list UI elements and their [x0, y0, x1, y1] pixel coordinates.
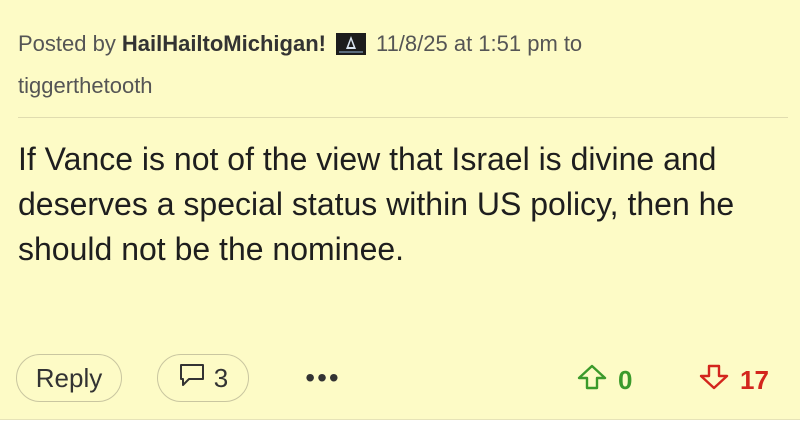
post-meta-line: Posted by HailHailtoMichigan! 11/8/25 at…	[18, 28, 788, 60]
arrow-down-icon[interactable]	[698, 363, 730, 398]
post-timestamp: 11/8/25 at 1:51 pm	[375, 31, 558, 56]
posted-by-label: Posted by	[18, 31, 116, 56]
author-username[interactable]: HailHailtoMichigan!	[122, 24, 326, 64]
post-header: Posted by HailHailtoMichigan! 11/8/25 at…	[18, 28, 788, 106]
downvote-count: 17	[740, 364, 769, 395]
comment-count: 3	[213, 362, 229, 393]
comment-bubble-icon	[178, 362, 206, 395]
reply-button[interactable]: Reply	[16, 354, 122, 402]
more-options-label: •••	[305, 362, 341, 393]
downvote-control[interactable]: 17	[698, 362, 769, 398]
arrow-up-icon[interactable]	[576, 363, 608, 398]
reply-to-user[interactable]: tiggerthetooth	[18, 66, 788, 106]
post-body: If Vance is not of the view that Israel …	[18, 141, 735, 267]
more-options-button[interactable]: •••	[297, 360, 349, 396]
reply-to-label: to	[563, 31, 583, 56]
comments-button[interactable]: 3	[157, 354, 249, 402]
reply-button-label: Reply	[35, 362, 103, 393]
user-badge-icon	[335, 33, 366, 55]
post-card: Posted by HailHailtoMichigan! 11/8/25 at…	[0, 0, 800, 420]
header-divider	[18, 117, 788, 118]
upvote-control[interactable]: 0	[576, 362, 632, 398]
upvote-count: 0	[618, 364, 633, 395]
